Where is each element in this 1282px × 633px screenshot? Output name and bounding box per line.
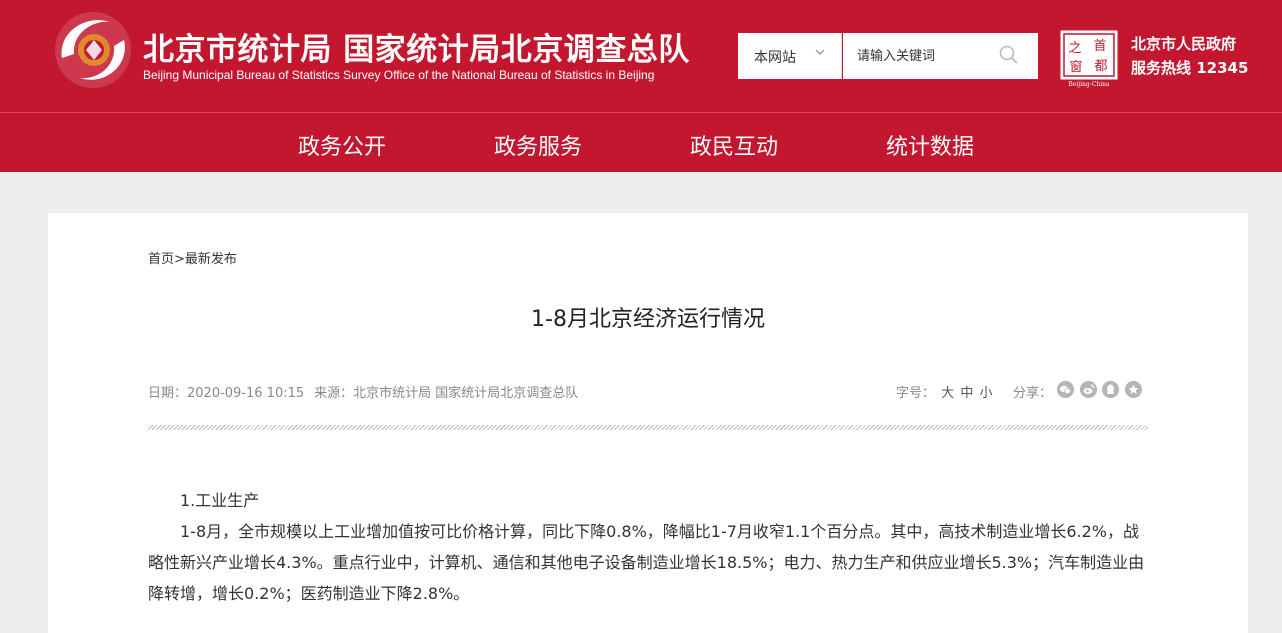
- hotline-number: 服务热线 12345: [1131, 59, 1249, 77]
- wechat-icon[interactable]: [1057, 381, 1074, 398]
- nav-item-statistics-data[interactable]: 统计数据: [886, 129, 974, 161]
- capital-logo-char: 窗: [1069, 59, 1082, 75]
- font-size-label: 字号：: [896, 386, 936, 401]
- nav-item-interaction[interactable]: 政民互动: [690, 129, 778, 161]
- nav-item-government-affairs[interactable]: 政务公开: [298, 129, 386, 161]
- font-size-control: 字号： 大 中 小: [896, 382, 992, 401]
- section-heading: 1.工业生产: [180, 491, 260, 510]
- font-size-large[interactable]: 大: [941, 386, 954, 401]
- main-nav: 政务公开 政务服务 政民互动 统计数据: [0, 112, 1282, 172]
- capital-logo-caption: Beijing-China: [1068, 81, 1110, 88]
- site-title[interactable]: 北京市统计局 国家统计局北京调查总队: [143, 24, 690, 69]
- search-scope-select[interactable]: 本网站: [738, 33, 842, 79]
- article-panel: 首页>最新发布 1-8月北京经济运行情况 日期：2020-09-16 10:15…: [48, 213, 1248, 633]
- search-scope-label: 本网站: [754, 50, 796, 66]
- nav-item-government-services[interactable]: 政务服务: [494, 129, 582, 161]
- article-paragraph: 1-8月，全市规模以上工业增加值按可比价格计算，同比下降0.8%，降幅比1-7月…: [148, 522, 1145, 603]
- capital-window-logo[interactable]: 之 首 窗 都 Beijing-China: [1060, 30, 1118, 88]
- star-icon[interactable]: [1125, 381, 1142, 398]
- breadcrumb: 首页>最新发布: [148, 248, 237, 267]
- article-body: 1.工业生产 1-8月，全市规模以上工业增加值按可比价格计算，同比下降0.8%，…: [148, 485, 1148, 609]
- article-date: 日期：2020-09-16 10:15: [148, 386, 305, 401]
- article-title: 1-8月北京经济运行情况: [531, 307, 765, 332]
- search-icon[interactable]: [997, 43, 1021, 67]
- article-divider: [148, 425, 1148, 430]
- capital-logo-char: 之: [1068, 41, 1081, 56]
- site-title-english: Beijing Municipal Bureau of Statistics S…: [143, 68, 655, 82]
- qq-icon[interactable]: [1102, 381, 1119, 398]
- font-size-medium[interactable]: 中: [960, 386, 973, 401]
- capital-logo-char: 都: [1094, 59, 1107, 74]
- share-label: 分享：: [1013, 386, 1053, 401]
- article-meta: 日期：2020-09-16 10:15 来源：北京市统计局 国家统计局北京调查总队: [148, 382, 578, 401]
- breadcrumb-separator: >: [174, 252, 185, 267]
- article-source: 来源：北京市统计局 国家统计局北京调查总队: [314, 386, 579, 401]
- capital-logo-char: 首: [1093, 39, 1106, 54]
- breadcrumb-home-link[interactable]: 首页: [148, 252, 174, 267]
- font-size-small[interactable]: 小: [979, 386, 992, 401]
- chevron-down-icon: [815, 49, 825, 55]
- weibo-icon[interactable]: [1080, 381, 1097, 398]
- breadcrumb-current-link[interactable]: 最新发布: [185, 252, 237, 267]
- gov-name: 北京市人民政府: [1131, 35, 1237, 53]
- bureau-logo-icon[interactable]: [52, 10, 134, 90]
- site-header: 北京市统计局 国家统计局北京调查总队 Beijing Municipal Bur…: [0, 0, 1282, 112]
- gov-hotline[interactable]: 北京市人民政府 服务热线 12345: [1131, 32, 1248, 80]
